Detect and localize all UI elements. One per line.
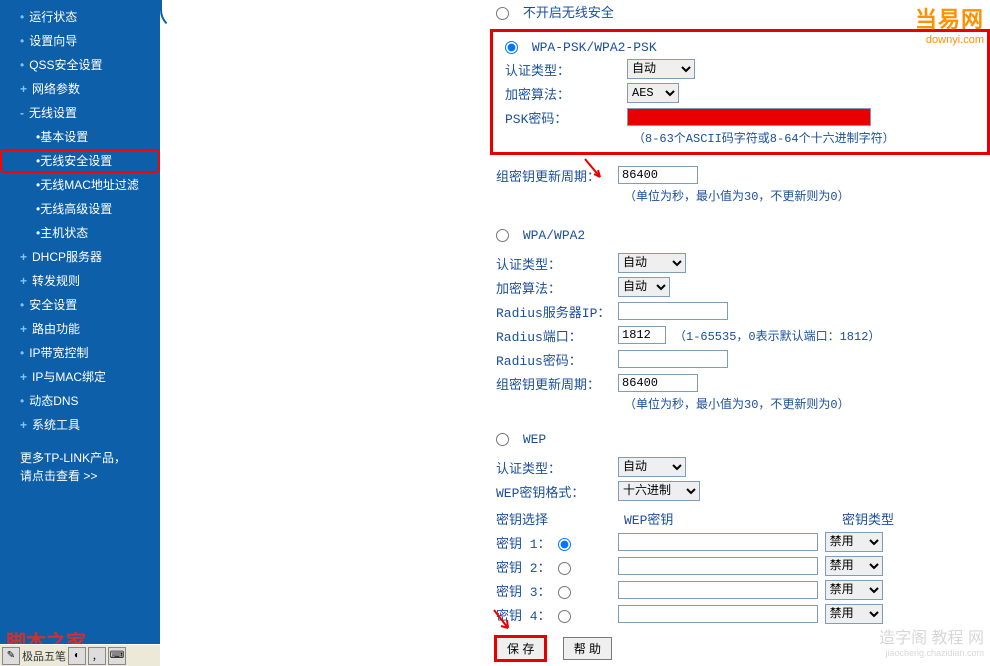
nav-wireless-basic[interactable]: •基本设置 — [0, 125, 160, 149]
wpa-auth-label: 认证类型： — [490, 254, 618, 273]
wep-key3-type[interactable]: 禁用 — [825, 580, 883, 600]
ime-btn-2[interactable]: ， — [88, 647, 106, 665]
watermark-top-right: 当易网 downyi.com — [915, 2, 984, 46]
radius-port-input[interactable] — [618, 326, 666, 344]
wep-key4-radio[interactable] — [558, 610, 571, 623]
wep-header-type: 密钥类型 — [842, 509, 894, 528]
nav-ddns[interactable]: •动态DNS — [0, 389, 160, 413]
nav-wireless[interactable]: -无线设置 — [0, 101, 160, 125]
radius-port-label: Radius端口： — [490, 326, 618, 345]
nav-wireless-adv[interactable]: •无线高级设置 — [0, 197, 160, 221]
nav-system[interactable]: +系统工具 — [0, 413, 160, 437]
nav-wireless-mac[interactable]: •无线MAC地址过滤 — [0, 173, 160, 197]
nav-wizard[interactable]: •设置向导 — [0, 29, 160, 53]
wep-key4-input[interactable] — [618, 605, 818, 623]
nav-ipmac[interactable]: +IP与MAC绑定 — [0, 365, 160, 389]
wpa-psk-auth-label: 认证类型： — [499, 60, 627, 79]
nav-route[interactable]: +路由功能 — [0, 317, 160, 341]
wep-fmt-select[interactable]: 十六进制 — [618, 481, 700, 501]
wpa-group-input[interactable] — [618, 374, 698, 392]
ime-btn-3[interactable]: ⌨ — [108, 647, 126, 665]
wep-header-key: WEP密钥 — [624, 509, 842, 528]
nav-wireless-security[interactable]: •无线安全设置 — [0, 149, 160, 173]
watermark-bottom-right: 造字阁 教程 网 jiaocheng.chazidian.com — [879, 624, 984, 658]
wpa-psk-enc-label: 加密算法： — [499, 84, 627, 103]
help-button[interactable]: 帮 助 — [563, 637, 612, 660]
wpa-group-hint: （单位为秒，最小值为30，不更新则为0） — [490, 395, 990, 412]
annotation-arrow-groupkey — [580, 157, 610, 187]
wep-key1-input[interactable] — [618, 533, 818, 551]
nav-qos[interactable]: •IP带宽控制 — [0, 341, 160, 365]
wep-key2-type[interactable]: 禁用 — [825, 556, 883, 576]
wep-key2-input[interactable] — [618, 557, 818, 575]
wpa-group-label: 组密钥更新周期： — [490, 374, 618, 393]
wep-auth-label: 认证类型： — [490, 458, 618, 477]
radius-pwd-label: Radius密码： — [490, 350, 618, 369]
annotation-arrow-save — [488, 608, 516, 636]
ime-icon[interactable]: ✎ — [2, 647, 20, 665]
radio-wep[interactable] — [496, 433, 509, 446]
wep-key1-radio[interactable] — [558, 538, 571, 551]
wep-key2-label: 密钥 2： — [496, 561, 551, 576]
wpa-psk-enc-select[interactable]: AES — [627, 83, 679, 103]
content-area: 不开启无线安全 WPA-PSK/WPA2-PSK 认证类型： 自动 加密算法： … — [160, 0, 990, 666]
wep-key1-label: 密钥 1： — [496, 537, 551, 552]
wep-fmt-label: WEP密钥格式： — [490, 482, 618, 501]
radius-ip-input[interactable] — [618, 302, 728, 320]
nav-dhcp[interactable]: +DHCP服务器 — [0, 245, 160, 269]
wpa-psk-title: WPA-PSK/WPA2-PSK — [532, 40, 657, 55]
radius-port-hint: （1-65535，0表示默认端口：1812） — [674, 327, 880, 344]
wep-key2-radio[interactable] — [558, 562, 571, 575]
nav-network[interactable]: +网络参数 — [0, 77, 160, 101]
wpa-psk-auth-select[interactable]: 自动 — [627, 59, 695, 79]
nav-qss[interactable]: •QSS安全设置 — [0, 53, 160, 77]
radio-wpa-psk[interactable] — [505, 41, 518, 54]
wep-key3-label: 密钥 3： — [496, 585, 551, 600]
decorative-curve — [160, 0, 185, 30]
wpa-title: WPA/WPA2 — [523, 228, 585, 243]
psk-password-input[interactable] — [627, 108, 871, 126]
wpa-psk-pwd-label: PSK密码： — [499, 108, 627, 127]
radius-pwd-input[interactable] — [618, 350, 728, 368]
wpa-psk-group-input[interactable] — [618, 166, 698, 184]
save-button[interactable]: 保 存 — [496, 637, 545, 660]
psk-hint: （8-63个ASCII码字符或8-64个十六进制字符） — [499, 129, 981, 146]
disable-security-label: 不开启无线安全 — [523, 6, 614, 21]
ime-label: 极品五笔 — [22, 648, 66, 664]
ime-taskbar: ✎ 极品五笔 ◐ ， ⌨ — [0, 644, 160, 666]
nav-wireless-host[interactable]: •主机状态 — [0, 221, 160, 245]
wep-key3-input[interactable] — [618, 581, 818, 599]
ime-btn-1[interactable]: ◐ — [68, 647, 86, 665]
wep-header-select: 密钥选择 — [496, 509, 624, 528]
wep-auth-select[interactable]: 自动 — [618, 457, 686, 477]
radius-ip-label: Radius服务器IP： — [490, 302, 618, 321]
wpa-psk-group-hint: （单位为秒，最小值为30，不更新则为0） — [490, 187, 990, 204]
radio-wpa[interactable] — [496, 229, 509, 242]
wpa-enc-select[interactable]: 自动 — [618, 277, 670, 297]
wep-key4-type[interactable]: 禁用 — [825, 604, 883, 624]
radio-disable-security[interactable] — [496, 7, 509, 20]
wep-title: WEP — [523, 432, 546, 447]
wep-key1-type[interactable]: 禁用 — [825, 532, 883, 552]
wep-key3-radio[interactable] — [558, 586, 571, 599]
sidebar: •运行状态 •设置向导 •QSS安全设置 +网络参数 -无线设置 •基本设置 •… — [0, 0, 160, 666]
footer-buttons: 保 存 帮 助 — [496, 637, 626, 660]
more-tplink-link[interactable]: 更多TP-LINK产品， 请点击查看 >> — [0, 437, 160, 485]
nav-forward[interactable]: +转发规则 — [0, 269, 160, 293]
nav-security[interactable]: •安全设置 — [0, 293, 160, 317]
wpa-psk-highlight-box: WPA-PSK/WPA2-PSK 认证类型： 自动 加密算法： AES PSK密… — [490, 29, 990, 155]
wpa-enc-label: 加密算法： — [490, 278, 618, 297]
wpa-auth-select[interactable]: 自动 — [618, 253, 686, 273]
nav-status[interactable]: •运行状态 — [0, 5, 160, 29]
